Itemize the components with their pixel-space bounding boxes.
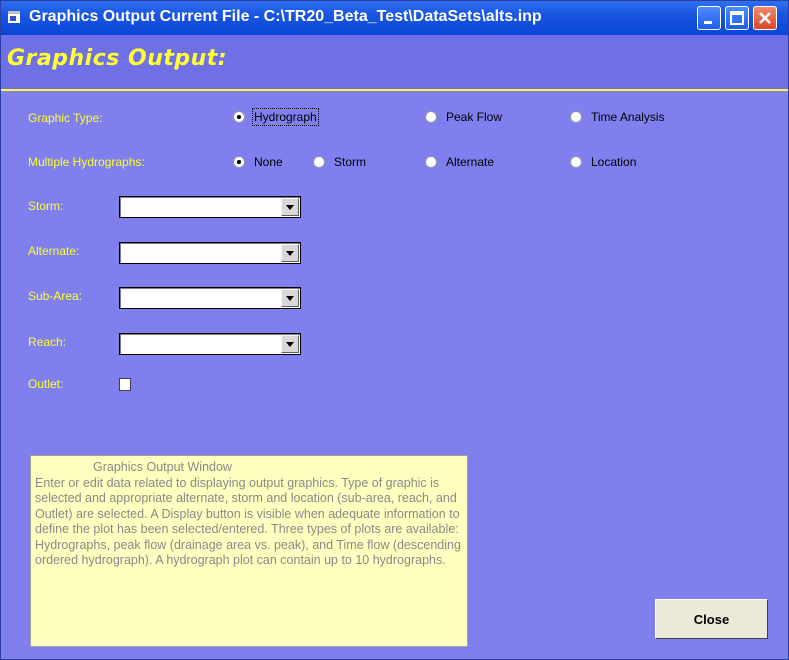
- window-title: Graphics Output Current File - C:\TR20_B…: [29, 8, 542, 25]
- chevron-down-icon[interactable]: [281, 335, 299, 353]
- radio-label: Storm: [334, 155, 367, 169]
- maximize-button[interactable]: [725, 6, 749, 30]
- close-button[interactable]: Close: [655, 599, 768, 639]
- radio-label: Hydrograph: [252, 108, 319, 126]
- radio-none[interactable]: None: [233, 155, 283, 169]
- radio-button-selected[interactable]: [233, 156, 245, 168]
- header-divider: [1, 89, 788, 91]
- help-title: Graphics Output Window: [93, 460, 232, 474]
- subarea-select[interactable]: [119, 287, 301, 309]
- radio-label: Peak Flow: [446, 110, 503, 124]
- radio-storm[interactable]: Storm: [313, 155, 366, 169]
- help-text-box: Graphics Output Window Enter or edit dat…: [30, 455, 468, 647]
- minimize-button[interactable]: [697, 6, 721, 30]
- reach-label: Reach:: [28, 335, 67, 349]
- graphics-output-window: Graphics Output Current File - C:\TR20_B…: [0, 0, 789, 660]
- radio-button-selected[interactable]: [233, 111, 245, 123]
- radio-alternate[interactable]: Alternate: [425, 155, 494, 169]
- multiple-hydrographs-label: Multiple Hydrographs:: [28, 155, 145, 169]
- reach-select[interactable]: [119, 333, 301, 355]
- minimize-icon: [704, 21, 712, 24]
- radio-button[interactable]: [313, 156, 325, 168]
- radio-button[interactable]: [570, 111, 582, 123]
- alternate-label: Alternate:: [28, 244, 80, 258]
- radio-peak-flow[interactable]: Peak Flow: [425, 110, 502, 124]
- outlet-checkbox[interactable]: [119, 378, 131, 391]
- radio-hydrograph[interactable]: Hydrograph: [233, 108, 319, 126]
- radio-label: Time Analysis: [591, 110, 665, 124]
- storm-select[interactable]: [119, 196, 301, 218]
- radio-label: Location: [591, 155, 637, 169]
- radio-label: Alternate: [446, 155, 495, 169]
- help-body: Enter or edit data related to displaying…: [35, 475, 461, 568]
- close-window-button[interactable]: [753, 6, 777, 30]
- radio-button[interactable]: [425, 111, 437, 123]
- radio-label: None: [254, 155, 283, 169]
- storm-label: Storm:: [28, 199, 64, 213]
- app-icon: [8, 11, 20, 23]
- close-icon: [759, 12, 771, 24]
- radio-button[interactable]: [570, 156, 582, 168]
- graphic-type-label: Graphic Type:: [28, 111, 103, 125]
- radio-button[interactable]: [425, 156, 437, 168]
- chevron-down-icon[interactable]: [281, 244, 299, 262]
- chevron-down-icon[interactable]: [281, 289, 299, 307]
- radio-location[interactable]: Location: [570, 155, 636, 169]
- chevron-down-icon[interactable]: [281, 198, 299, 216]
- title-bar[interactable]: Graphics Output Current File - C:\TR20_B…: [1, 1, 788, 35]
- page-title: Graphics Output:: [7, 46, 228, 71]
- alternate-select[interactable]: [119, 242, 301, 264]
- outlet-label: Outlet:: [28, 377, 64, 391]
- subarea-label: Sub-Area:: [28, 289, 83, 303]
- header-band: Graphics Output:: [1, 35, 788, 89]
- maximize-icon: [730, 11, 744, 25]
- radio-time-analysis[interactable]: Time Analysis: [570, 110, 665, 124]
